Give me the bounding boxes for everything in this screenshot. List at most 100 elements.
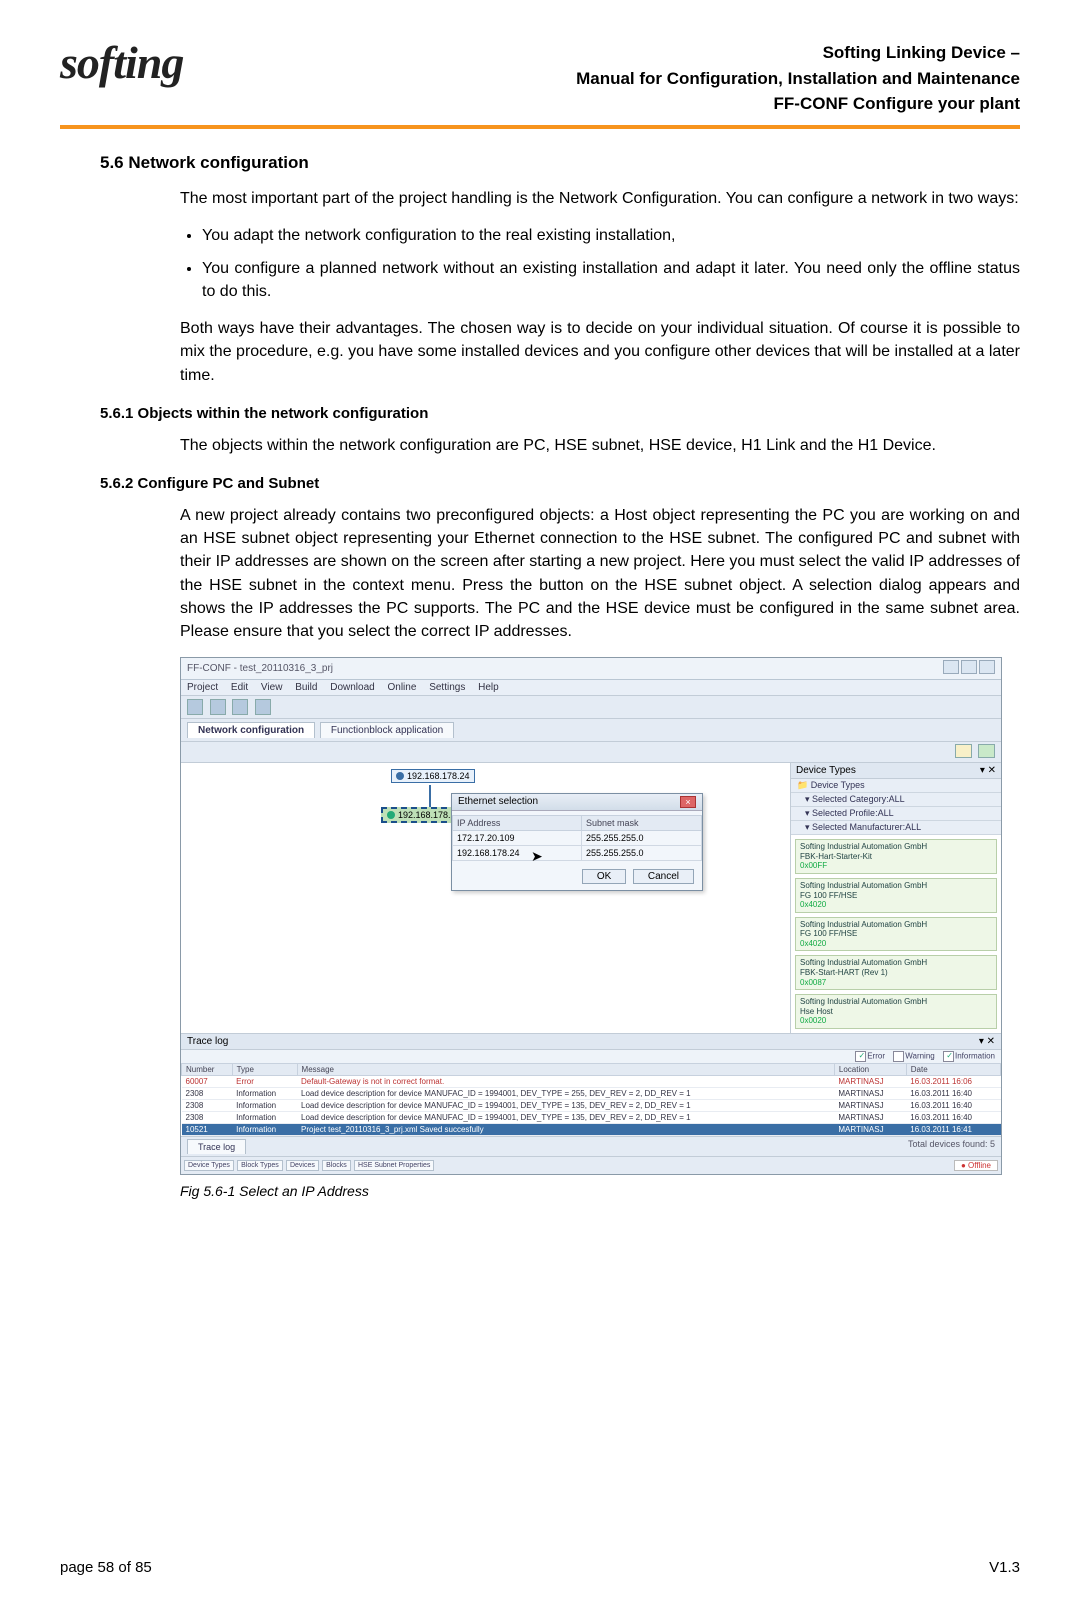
th-message[interactable]: Message — [297, 1064, 834, 1076]
lbl-info: Information — [955, 1052, 995, 1061]
toolbar-icon-4[interactable] — [255, 699, 271, 715]
dev-l2: Hse Host — [800, 1007, 992, 1017]
trace-row[interactable]: 10521InformationProject test_20110316_3_… — [182, 1124, 1001, 1136]
device-card[interactable]: Softing Industrial Automation GmbHHse Ho… — [795, 994, 997, 1029]
lbl-error: Error — [867, 1052, 885, 1061]
figure-caption: Fig 5.6-1 Select an IP Address — [180, 1183, 1020, 1199]
trace-tab[interactable]: Trace log — [187, 1139, 246, 1154]
dev-l2: FBK-Hart-Starter-Kit — [800, 852, 992, 862]
panel-pin-icon[interactable]: ▾ ✕ — [980, 765, 996, 776]
c: Project test_20110316_3_prj.xml Saved su… — [297, 1124, 834, 1136]
ok-button[interactable]: OK — [582, 869, 626, 884]
dialog-close-icon[interactable]: × — [680, 796, 696, 808]
trace-row[interactable]: 2308InformationLoad device description f… — [182, 1100, 1001, 1112]
dev-l3: 0x00FF — [800, 861, 992, 871]
pc-node[interactable]: 192.168.178.24 — [391, 769, 475, 783]
sub-5-6-1-body: The objects within the network configura… — [180, 434, 1020, 457]
maximize-icon[interactable] — [961, 660, 977, 674]
trace-pin-icon[interactable]: ▾ ✕ — [979, 1036, 995, 1047]
tab-functionblock[interactable]: Functionblock application — [320, 722, 454, 738]
menu-help[interactable]: Help — [478, 682, 499, 693]
main-toolbar[interactable] — [181, 696, 1001, 719]
dev-l3: 0x0020 — [800, 1016, 992, 1026]
cb-info[interactable] — [943, 1051, 954, 1062]
lbl-warning: Warning — [905, 1052, 935, 1061]
network-canvas[interactable]: 192.168.178.24 192.168.178.24 Ethernet s… — [181, 763, 790, 1033]
filter-profile[interactable]: Selected Profile:ALL — [812, 808, 894, 818]
window-titlebar: FF-CONF - test_20110316_3_prj — [181, 658, 1001, 680]
c: 16.03.2011 16:40 — [906, 1112, 1000, 1124]
btab-blocks[interactable]: Blocks — [322, 1160, 351, 1171]
btab-blocktypes[interactable]: Block Types — [237, 1160, 283, 1171]
header-line1: Softing Linking Device – — [576, 40, 1020, 66]
window-controls[interactable] — [941, 660, 995, 677]
device-card[interactable]: Softing Industrial Automation GmbHFG 100… — [795, 917, 997, 952]
mask-1: 255.255.255.0 — [582, 846, 702, 861]
close-icon[interactable] — [979, 660, 995, 674]
c: Information — [232, 1124, 297, 1136]
btab-devices[interactable]: Devices — [286, 1160, 319, 1171]
th-date[interactable]: Date — [906, 1064, 1000, 1076]
bullet-1: You adapt the network configuration to t… — [202, 224, 1020, 247]
dev-l3: 0x0087 — [800, 978, 992, 988]
trace-row[interactable]: 2308InformationLoad device description f… — [182, 1112, 1001, 1124]
th-type[interactable]: Type — [232, 1064, 297, 1076]
device-card[interactable]: Softing Industrial Automation GmbHFG 100… — [795, 878, 997, 913]
menu-download[interactable]: Download — [330, 682, 374, 693]
dialog-title: Ethernet selection — [458, 796, 538, 808]
ip-row-0[interactable]: 172.17.20.109255.255.255.0 — [453, 831, 702, 846]
c: 16.03.2011 16:06 — [906, 1076, 1000, 1088]
th-number[interactable]: Number — [182, 1064, 233, 1076]
device-card[interactable]: Softing Industrial Automation GmbHFBK-St… — [795, 955, 997, 990]
view-status-row — [181, 742, 1001, 763]
dev-l3: 0x4020 — [800, 939, 992, 949]
sub-5-6-1-title: 5.6.1 Objects within the network configu… — [100, 405, 1020, 422]
status-box-green[interactable] — [978, 744, 995, 758]
menu-bar[interactable]: Project Edit View Build Download Online … — [181, 680, 1001, 696]
ip-1: 192.168.178.24 — [453, 846, 582, 861]
device-types-panel: Device Types▾ ✕ 📁 Device Types ▾ Selecte… — [790, 763, 1001, 1033]
status-box-yellow[interactable] — [955, 744, 972, 758]
c: Information — [232, 1088, 297, 1100]
c: Load device description for device MANUF… — [297, 1088, 834, 1100]
menu-online[interactable]: Online — [388, 682, 417, 693]
toolbar-icon-3[interactable] — [232, 699, 248, 715]
filter-manufacturer[interactable]: Selected Manufacturer:ALL — [812, 822, 921, 832]
tab-network-config[interactable]: Network configuration — [187, 722, 315, 738]
page-header: softing Softing Linking Device – Manual … — [60, 40, 1020, 129]
cb-error[interactable] — [855, 1051, 866, 1062]
trace-row[interactable]: 60007ErrorDefault-Gateway is not in corr… — [182, 1076, 1001, 1088]
c: MARTINASJ — [834, 1124, 906, 1136]
device-card[interactable]: Softing Industrial Automation GmbHFBK-Ha… — [795, 839, 997, 874]
filter-category[interactable]: Selected Category:ALL — [812, 794, 905, 804]
cancel-button[interactable]: Cancel — [633, 869, 694, 884]
total-devices: Total devices found: 5 — [908, 1139, 995, 1149]
menu-view[interactable]: View — [261, 682, 283, 693]
c: 16.03.2011 16:40 — [906, 1088, 1000, 1100]
btab-devtypes[interactable]: Device Types — [184, 1160, 234, 1171]
toolbar-icon-1[interactable] — [187, 699, 203, 715]
ip-row-1[interactable]: 192.168.178.24255.255.255.0 — [453, 846, 702, 861]
minimize-icon[interactable] — [943, 660, 959, 674]
menu-edit[interactable]: Edit — [231, 682, 248, 693]
menu-project[interactable]: Project — [187, 682, 218, 693]
tree-root[interactable]: Device Types — [811, 780, 865, 790]
c: Load device description for device MANUF… — [297, 1112, 834, 1124]
dev-l1: Softing Industrial Automation GmbH — [800, 958, 992, 968]
menu-settings[interactable]: Settings — [429, 682, 465, 693]
c: MARTINASJ — [834, 1112, 906, 1124]
c: Default-Gateway is not in correct format… — [297, 1076, 834, 1088]
c: 2308 — [182, 1112, 233, 1124]
c: 2308 — [182, 1100, 233, 1112]
trace-row[interactable]: 2308InformationLoad device description f… — [182, 1088, 1001, 1100]
bottom-status-bar: Trace log Total devices found: 5 — [181, 1136, 1001, 1156]
btab-hse-props[interactable]: HSE Subnet Properties — [354, 1160, 434, 1171]
window-title: FF-CONF - test_20110316_3_prj — [187, 663, 333, 674]
toolbar-icon-2[interactable] — [210, 699, 226, 715]
cb-warning[interactable] — [893, 1051, 904, 1062]
c: 16.03.2011 16:40 — [906, 1100, 1000, 1112]
ethernet-selection-dialog: Ethernet selection × IP AddressSubnet ma… — [451, 793, 703, 891]
th-location[interactable]: Location — [834, 1064, 906, 1076]
device-list[interactable]: Softing Industrial Automation GmbH FBK-Ha… — [791, 835, 1001, 1033]
menu-build[interactable]: Build — [295, 682, 317, 693]
